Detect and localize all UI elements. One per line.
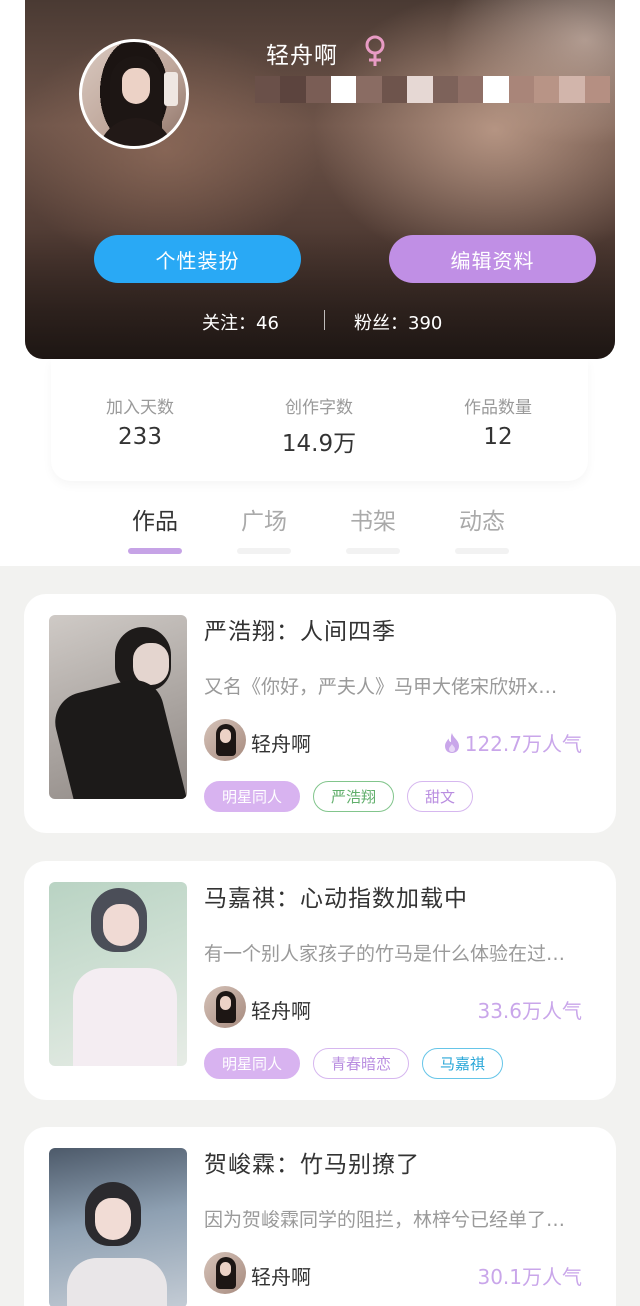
popularity: 122.7万人气 — [443, 728, 582, 757]
popularity: 30.1万人气 — [477, 1261, 582, 1290]
stats-card: 加入天数 233 创作字数 14.9万 作品数量 12 — [51, 359, 588, 481]
stat-label: 作品数量 — [464, 398, 532, 418]
work-cover-image[interactable] — [49, 615, 187, 799]
author-avatar — [204, 986, 246, 1028]
tag-list: 明星同人 严浩翔 甜文 — [204, 781, 474, 812]
work-description: 有一个别人家孩子的竹马是什么体验在过… — [204, 943, 566, 965]
flame-icon — [444, 732, 459, 753]
divider — [324, 310, 325, 330]
stat-works-count: 作品数量 12 — [423, 393, 573, 450]
style-dressup-button[interactable]: 个性装扮 — [94, 235, 301, 283]
tag[interactable]: 青春暗恋 — [313, 1048, 410, 1079]
popularity-count: 33.6万人气 — [477, 999, 582, 1023]
work-title[interactable]: 贺峻霖：竹马别撩了 — [204, 1145, 420, 1179]
tag[interactable]: 马嘉祺 — [422, 1048, 504, 1079]
popularity: 33.6万人气 — [477, 995, 582, 1024]
stat-value: 14.9万 — [281, 431, 357, 457]
tab-square[interactable]: 广场 — [237, 502, 291, 554]
tab-indicator — [455, 548, 509, 554]
following-link[interactable]: 关注：46 — [202, 309, 279, 335]
work-card[interactable]: 贺峻霖：竹马别撩了 因为贺峻霖同学的阻拦，林梓兮已经单了… 轻舟啊 30.1万人… — [24, 1127, 616, 1306]
fans-link[interactable]: 粉丝：390 — [354, 309, 442, 335]
tab-label: 广场 — [241, 509, 287, 535]
stat-label: 创作字数 — [285, 398, 353, 418]
stat-value: 233 — [118, 424, 162, 450]
username: 轻舟啊 — [266, 43, 338, 69]
work-cover-image[interactable] — [49, 882, 187, 1066]
author-avatar — [204, 1252, 246, 1294]
author-name: 轻舟啊 — [251, 732, 311, 756]
work-title[interactable]: 马嘉祺：心动指数加载中 — [204, 879, 468, 913]
stat-value: 12 — [483, 424, 513, 450]
author-name: 轻舟啊 — [251, 1265, 311, 1289]
work-description: 又名《你好，严夫人》马甲大佬宋欣妍x… — [204, 676, 558, 698]
popularity-count: 30.1万人气 — [477, 1265, 582, 1289]
fans-label: 粉丝： — [354, 313, 408, 334]
work-card[interactable]: 严浩翔：人间四季 又名《你好，严夫人》马甲大佬宋欣妍x… 轻舟啊 122.7万人… — [24, 594, 616, 833]
author-avatar — [204, 719, 246, 761]
work-cover-image[interactable] — [49, 1148, 187, 1306]
stat-join-days: 加入天数 233 — [65, 393, 215, 450]
tab-label: 动态 — [459, 509, 505, 535]
tab-works[interactable]: 作品 — [128, 502, 182, 554]
tab-indicator — [346, 548, 400, 554]
tab-indicator — [237, 548, 291, 554]
tab-activity[interactable]: 动态 — [455, 502, 509, 554]
tag[interactable]: 明星同人 — [204, 1048, 301, 1079]
tag-list: 明星同人 青春暗恋 马嘉祺 — [204, 1048, 504, 1079]
author-name: 轻舟啊 — [251, 999, 311, 1023]
popularity-count: 122.7万人气 — [464, 732, 582, 756]
user-avatar[interactable] — [79, 39, 189, 149]
profile-header: 轻舟啊 个性装扮 编辑资料 关注：46 粉丝：390 — [25, 0, 615, 359]
work-title[interactable]: 严浩翔：人间四季 — [204, 612, 396, 646]
blurred-info — [255, 76, 611, 103]
fans-count: 390 — [408, 313, 443, 334]
tab-label: 作品 — [132, 509, 178, 535]
tab-indicator — [128, 548, 182, 554]
tag[interactable]: 明星同人 — [204, 781, 301, 812]
work-card[interactable]: 马嘉祺：心动指数加载中 有一个别人家孩子的竹马是什么体验在过… 轻舟啊 33.6… — [24, 861, 616, 1100]
stat-word-count: 创作字数 14.9万 — [244, 393, 394, 458]
tag[interactable]: 甜文 — [407, 781, 474, 812]
edit-profile-button[interactable]: 编辑资料 — [389, 235, 596, 283]
stat-label: 加入天数 — [106, 398, 174, 418]
tab-label: 书架 — [350, 509, 396, 535]
work-description: 因为贺峻霖同学的阻拦，林梓兮已经单了… — [204, 1209, 566, 1231]
following-label: 关注： — [202, 313, 256, 334]
tab-bookshelf[interactable]: 书架 — [346, 502, 400, 554]
follow-stats: 关注：46 粉丝：390 — [25, 306, 615, 336]
tag[interactable]: 严浩翔 — [313, 781, 395, 812]
tab-bar: 作品 广场 书架 动态 — [0, 498, 640, 554]
female-symbol-icon — [361, 34, 389, 72]
following-count: 46 — [256, 313, 279, 334]
